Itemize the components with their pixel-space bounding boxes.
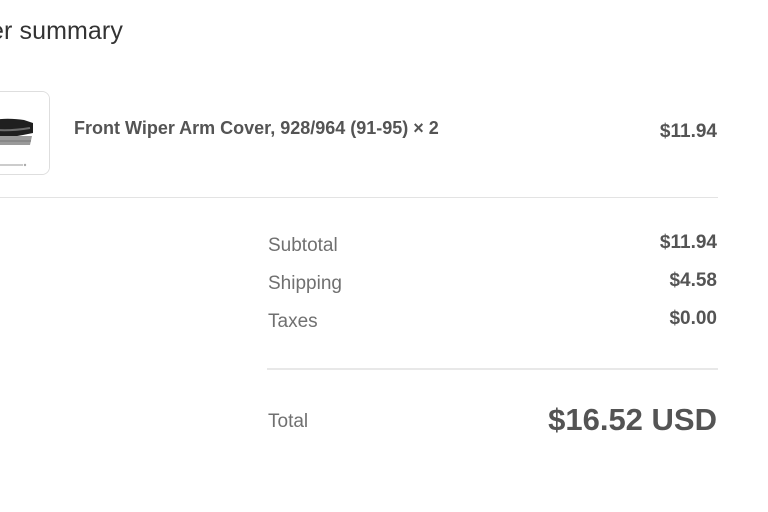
- totals-divider: [267, 368, 718, 370]
- order-summary-heading: der summary: [0, 17, 123, 45]
- total-value: $16.52 USD: [548, 402, 717, 437]
- line-items-divider: [0, 197, 718, 198]
- wiper-arm-cover-product-icon: [0, 92, 49, 174]
- shipping-value: $4.58: [669, 270, 717, 291]
- product-thumbnail: [0, 91, 50, 175]
- total-label: Total: [268, 411, 309, 432]
- product-price: $11.94: [659, 121, 717, 142]
- order-summary-panel: der summary Front Wiper Arm Cover, 928/9…: [0, 0, 768, 512]
- taxes-label: Taxes: [268, 311, 318, 332]
- product-name: Front Wiper Arm Cover, 928/964 (91-95) ×…: [74, 118, 439, 138]
- shipping-label: Shipping: [268, 273, 342, 294]
- taxes-value: $0.00: [669, 308, 717, 329]
- subtotal-label: Subtotal: [268, 235, 338, 256]
- subtotal-value: $11.94: [659, 232, 717, 253]
